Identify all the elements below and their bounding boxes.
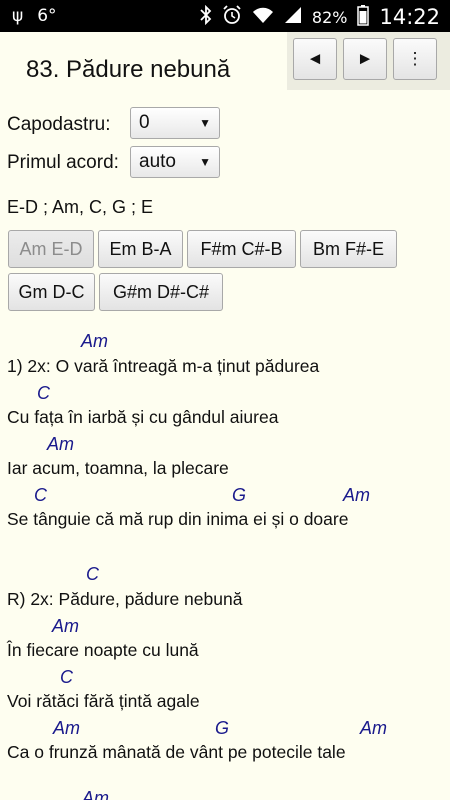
chord: G bbox=[215, 718, 230, 738]
chord: C bbox=[37, 383, 50, 403]
lyric-line: Iar acum, toamna, la plecare bbox=[7, 458, 229, 478]
chord: C bbox=[34, 485, 47, 505]
transpose-button[interactable]: G#m D#-C# bbox=[99, 273, 223, 311]
transpose-button[interactable]: F#m C#-B bbox=[187, 230, 296, 268]
chord: C bbox=[60, 667, 73, 687]
capo-label: Capodastru: bbox=[7, 114, 111, 135]
transpose-button[interactable]: Em B-A bbox=[98, 230, 183, 268]
usb-icon: ψ bbox=[12, 6, 24, 26]
first-chord-label: Primul acord: bbox=[7, 152, 119, 173]
lyric-line: Se tânguie că mă rup din inima ei și o d… bbox=[7, 509, 349, 529]
temperature: 6° bbox=[37, 6, 57, 26]
previous-song-button[interactable]: ◄ bbox=[293, 38, 337, 80]
lyric-line: Cu fața în iarbă și cu gândul aiurea bbox=[7, 407, 279, 427]
chord: Am bbox=[82, 788, 109, 800]
first-chord-value: auto bbox=[139, 151, 176, 172]
bluetooth-icon bbox=[200, 4, 212, 29]
signal-icon bbox=[284, 6, 302, 28]
menu-button[interactable]: ⋮ bbox=[393, 38, 437, 80]
capo-value: 0 bbox=[139, 112, 150, 133]
lyric-line: În fiecare noapte cu lună bbox=[7, 640, 199, 660]
chord: Am bbox=[360, 718, 387, 738]
chord: Am bbox=[81, 331, 108, 351]
chords-used: E-D ; Am, C, G ; E bbox=[7, 197, 154, 217]
song-header: 83. Pădure nebună ◄ ► ⋮ bbox=[0, 32, 450, 90]
battery-icon bbox=[357, 4, 370, 30]
next-song-button[interactable]: ► bbox=[343, 38, 387, 80]
first-chord-select[interactable]: auto ▼ bbox=[130, 146, 220, 178]
chord: C bbox=[86, 564, 99, 584]
transpose-button[interactable]: Am E-D bbox=[8, 230, 94, 268]
song-title: 83. Pădure nebună bbox=[26, 56, 231, 83]
chord: Am bbox=[53, 718, 80, 738]
chord: G bbox=[232, 485, 247, 505]
status-bar: ψ 6° 82% 14:22 bbox=[0, 0, 450, 32]
clock: 14:22 bbox=[379, 5, 440, 29]
transpose-button[interactable]: Gm D-C bbox=[8, 273, 95, 311]
chord: Am bbox=[52, 616, 79, 636]
transpose-button[interactable]: Bm F#-E bbox=[300, 230, 397, 268]
lyric-line: Ca o frunză mânată de vânt pe potecile t… bbox=[7, 742, 346, 762]
chord: Am bbox=[47, 434, 74, 454]
wifi-icon bbox=[252, 6, 274, 28]
capo-select[interactable]: 0 ▼ bbox=[130, 107, 220, 139]
dropdown-arrow-icon: ▼ bbox=[199, 155, 211, 169]
lyric-line: Voi rătăci fără țintă agale bbox=[7, 691, 200, 711]
chord: Am bbox=[343, 485, 370, 505]
nav-button-group: ◄ ► ⋮ bbox=[287, 32, 450, 90]
lyric-line: R) 2x: Pădure, pădure nebună bbox=[7, 589, 243, 609]
battery-percent: 82% bbox=[311, 7, 348, 27]
lyric-line: 1) 2x: O vară întreagă m-a ținut pădurea bbox=[7, 356, 320, 376]
alarm-icon bbox=[222, 5, 242, 29]
dropdown-arrow-icon: ▼ bbox=[199, 116, 211, 130]
